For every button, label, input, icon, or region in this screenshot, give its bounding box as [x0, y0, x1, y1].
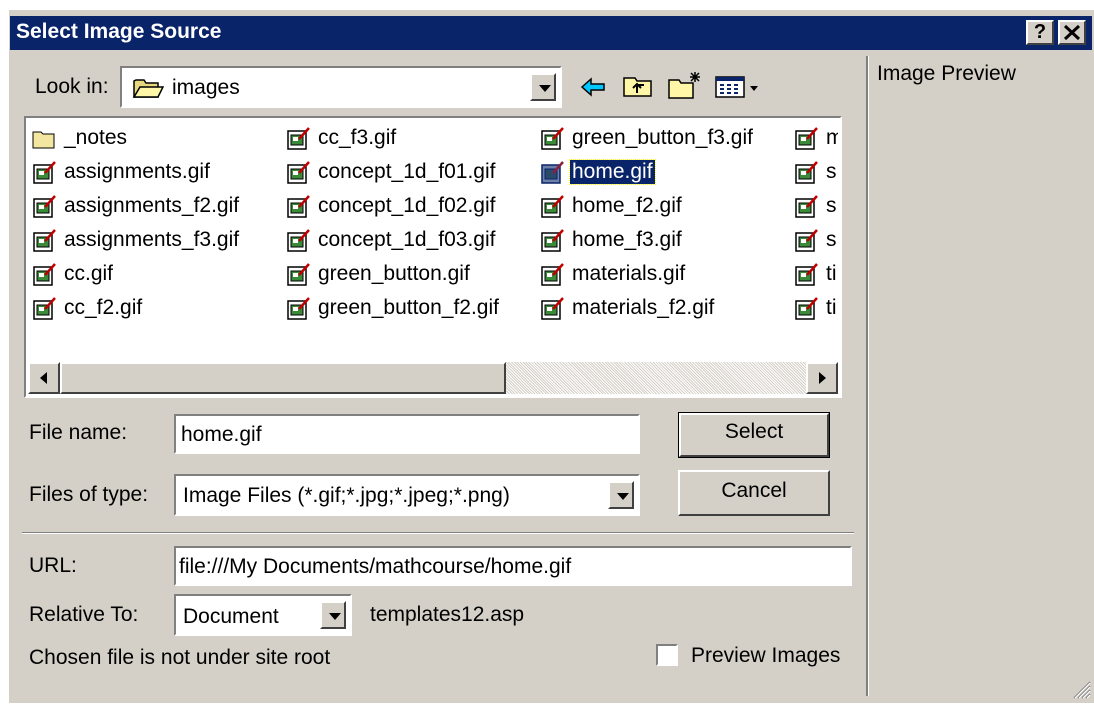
look-in-select[interactable]: images [120, 66, 562, 108]
preview-images-checkbox[interactable] [656, 644, 678, 666]
gif-file-icon [286, 263, 310, 287]
file-name: materials.gif [572, 262, 686, 285]
scroll-right-button[interactable] [806, 362, 838, 394]
folder-icon [32, 127, 56, 151]
files-of-type-label: Files of type: [29, 483, 149, 506]
file-name-input[interactable]: home.gif [174, 414, 640, 454]
file-name: concept_1d_f01.gif [318, 160, 496, 183]
relative-to-target: templates12.asp [370, 603, 525, 626]
scroll-left-button[interactable] [28, 362, 60, 394]
gif-file-icon [286, 297, 310, 321]
file-name: s [826, 194, 837, 217]
file-name: s [826, 228, 837, 251]
file-name: ti [826, 262, 837, 285]
file-name: green_button.gif [318, 262, 470, 285]
file-name-label: File name: [29, 421, 128, 444]
file-name: assignments_f2.gif [64, 194, 240, 217]
file-name: green_button_f3.gif [572, 126, 753, 149]
relative-to-select[interactable]: Document [174, 594, 352, 636]
arrow-left-icon[interactable] [580, 74, 608, 100]
gif-file-icon [286, 127, 310, 151]
gif-file-icon [540, 263, 564, 287]
relative-to-value: Document [183, 605, 279, 628]
file-name: home.gif [569, 159, 656, 185]
dialog-title: Select Image Source [16, 20, 222, 43]
gif-file-icon [286, 161, 310, 185]
file-name: s [826, 160, 837, 183]
preview-images-label[interactable]: Preview Images [691, 644, 840, 668]
chevron-down-icon [617, 493, 629, 500]
file-name: green_button_f2.gif [318, 296, 499, 319]
scrollbar-thumb[interactable] [60, 362, 506, 394]
help-button[interactable]: ? [1026, 20, 1054, 45]
cancel-button-label: Cancel [721, 479, 787, 502]
gif-file-icon [794, 195, 818, 219]
gif-file-icon [540, 297, 564, 321]
url-value: file:///My Documents/mathcourse/home.gif [179, 555, 572, 578]
gif-file-icon [32, 195, 56, 219]
files-of-type-select[interactable]: Image Files (*.gif;*.jpg;*.jpeg;*.png) [174, 474, 640, 516]
chevron-right-icon [819, 372, 826, 384]
gif-file-icon [286, 229, 310, 253]
files-of-type-value: Image Files (*.gif;*.jpg;*.jpeg;*.png) [183, 484, 510, 507]
title-bar[interactable]: Select Image Source ? [10, 16, 1092, 50]
url-label: URL: [29, 554, 77, 577]
relative-to-label: Relative To: [29, 603, 139, 626]
horizontal-scrollbar[interactable] [28, 362, 838, 394]
gif-file-icon [540, 127, 564, 151]
files-of-type-dropdown-button[interactable] [608, 481, 634, 509]
gif-file-icon [32, 297, 56, 321]
cancel-button[interactable]: Cancel [678, 470, 830, 516]
gif-file-icon [540, 195, 564, 219]
file-name: concept_1d_f03.gif [318, 228, 496, 251]
file-name-value: home.gif [181, 423, 262, 446]
gif-file-icon [32, 161, 56, 185]
file-list-area: _notes assignments.gif assignments_f2.gifa… [28, 124, 838, 360]
gif-file-icon [286, 195, 310, 219]
file-name: _notes [64, 126, 128, 149]
resize-grip-icon[interactable] [1068, 676, 1092, 700]
gif-file-icon [794, 161, 818, 185]
close-button[interactable] [1058, 20, 1086, 45]
file-name: cc.gif [64, 262, 114, 285]
divider [22, 533, 854, 534]
chevron-down-icon [539, 85, 551, 92]
chevron-down-icon [329, 613, 341, 620]
gif-file-icon [794, 297, 818, 321]
file-name: ti [826, 296, 837, 319]
view-menu-icon[interactable] [714, 74, 762, 100]
gif-file-icon [540, 161, 564, 185]
url-input[interactable]: file:///My Documents/mathcourse/home.gif [174, 546, 852, 586]
relative-to-dropdown-button[interactable] [320, 601, 346, 629]
look-in-label: Look in: [35, 75, 109, 98]
gif-file-icon [32, 229, 56, 253]
file-name: home_f3.gif [572, 228, 682, 251]
file-name: assignments.gif [64, 160, 210, 183]
gif-file-icon [794, 263, 818, 287]
file-name: assignments_f3.gif [64, 228, 240, 251]
select-button[interactable]: Select [678, 412, 830, 458]
status-text: Chosen file is not under site root [29, 646, 331, 669]
gif-file-icon [32, 263, 56, 287]
look-in-dropdown-button[interactable] [530, 73, 556, 101]
chevron-left-icon [40, 372, 47, 384]
preview-panel-divider [866, 56, 869, 696]
image-preview-title: Image Preview [877, 62, 1016, 85]
gif-file-icon [794, 127, 818, 151]
close-icon [1063, 24, 1081, 41]
look-in-value: images [172, 76, 240, 99]
file-name: materials_f2.gif [572, 296, 715, 319]
gif-file-icon [540, 229, 564, 253]
file-list[interactable]: _notes assignments.gif assignments_f2.gifa… [24, 116, 842, 398]
file-name: m [826, 126, 838, 149]
file-name: cc_f3.gif [318, 126, 397, 149]
folder-open-icon [132, 75, 165, 101]
file-name: home_f2.gif [572, 194, 682, 217]
folder-up-icon[interactable] [622, 72, 654, 100]
file-name: cc_f2.gif [64, 296, 143, 319]
gif-file-icon [794, 229, 818, 253]
new-folder-icon[interactable] [667, 70, 703, 100]
file-name: concept_1d_f02.gif [318, 194, 496, 217]
select-button-label: Select [724, 420, 784, 443]
